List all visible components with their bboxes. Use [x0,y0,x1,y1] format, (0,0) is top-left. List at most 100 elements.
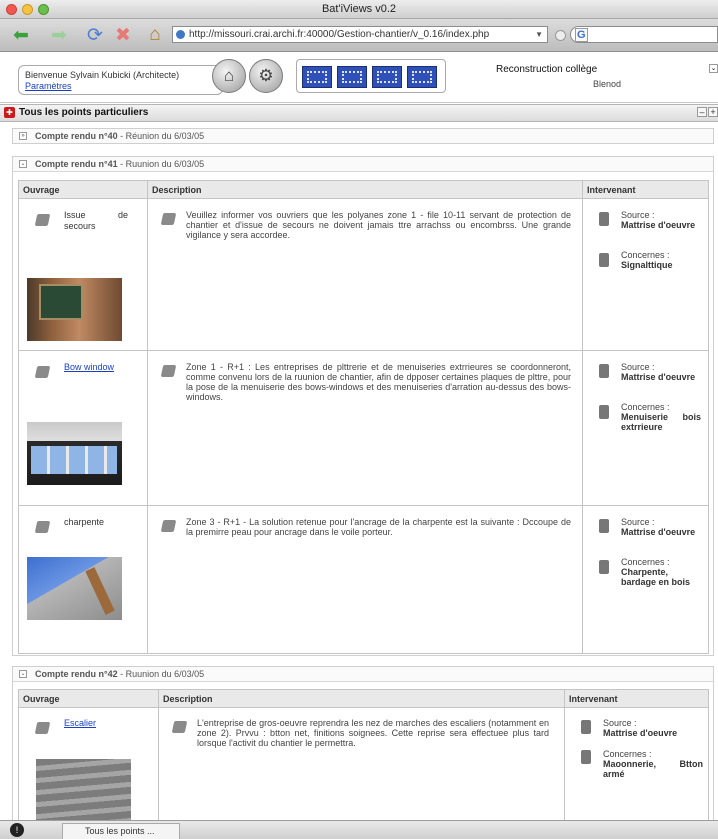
points-table: Ouvrage Description Intervenant Issue de… [18,180,709,654]
column-header-description: Description [158,689,565,708]
column-header-description: Description [147,180,583,199]
report-section: » Compte rendu n°40 - Réunion du 6/03/05 [12,128,714,144]
ouvrage-icon [34,722,51,734]
person-icon [599,212,609,226]
intervenant-cell: Source : Mattrise d'oeuvre Concernes : M… [564,707,709,838]
report-header[interactable]: ⌄ Compte rendu n°41 - Ruunion du 6/03/05 [13,157,713,172]
report-header[interactable]: ⌄ Compte rendu n°42 - Ruunion du 6/03/05 [13,667,713,682]
window-title: Bat'iViews v0.2 [321,3,397,15]
person-icon [599,560,609,574]
project-name: Reconstruction collège [496,64,598,75]
concernes-value: Charpente, bardage en bois [621,567,691,587]
column-header-ouvrage: Ouvrage [18,180,148,199]
description-cell: Zone 3 - R+1 - La solution retenue pour … [147,505,583,654]
view-mode-4-icon[interactable] [407,66,437,88]
settings-button[interactable]: ⚙ [249,59,283,93]
ouvrage-cell: Bow window [18,350,148,506]
column-header-ouvrage: Ouvrage [18,689,159,708]
ouvrage-photo[interactable] [27,557,122,620]
concernes-label: Concernes : [603,749,652,759]
intervenant-cell: Source : Mattrise d'oeuvre Concernes : S… [582,198,709,351]
person-icon [581,720,591,734]
status-tab[interactable]: Tous les points ... [62,823,180,839]
view-mode-2-icon[interactable] [337,66,367,88]
ouvrage-link[interactable]: Bow window [64,362,114,372]
chevron-down-icon[interactable]: ⌄ [709,64,718,73]
source-value: Mattrise d'oeuvre [603,728,678,738]
concernes-label: Concernes : [621,557,670,567]
source-value: Mattrise d'oeuvre [621,527,696,537]
person-icon [581,750,591,764]
person-icon [599,253,609,267]
ouvrage-photo[interactable] [27,278,122,341]
settings-link[interactable]: Paramètres [25,81,72,91]
description-text: Veuillez informer vos ouvriers que les p… [186,210,571,240]
ouvrage-name: Bow window [64,362,128,373]
globe-icon [176,30,185,39]
ouvrage-cell: Issue de secours [18,198,148,351]
ouvrage-icon [34,366,51,378]
search-engine-logo[interactable]: G [575,28,588,42]
view-mode-3-icon[interactable] [372,66,402,88]
points-table: Ouvrage Description Intervenant Escalier… [18,689,709,838]
reload-icon[interactable]: ⟳ [84,24,106,46]
report-header[interactable]: » Compte rendu n°40 - Réunion du 6/03/05 [13,129,713,143]
intervenant-cell: Source : Mattrise d'oeuvre Concernes : M… [582,350,709,506]
window-titlebar: Bat'iViews v0.2 [0,0,718,19]
concernes-value: Maoonnerie, Btton armé [603,759,703,779]
ouvrage-link[interactable]: Escalier [64,718,96,728]
source-value: Mattrise d'oeuvre [621,372,696,382]
source-value: Mattrise d'oeuvre [621,220,696,230]
status-bar: ! Tous les points ... [0,820,718,839]
forward-arrow-icon[interactable]: ➡ [48,24,70,46]
column-header-intervenant: Intervenant [564,689,709,708]
description-icon [160,520,177,532]
collapse-icon[interactable]: ⌄ [19,160,27,168]
concernes-value: Signalttique [621,260,673,270]
table-row: charpente Zone 3 - R+1 - La solution ret… [18,505,709,654]
source-label: Source : [621,210,655,220]
expand-icon[interactable]: » [19,132,27,140]
person-icon [599,519,609,533]
home-icon[interactable]: ⌂ [144,24,166,46]
go-icon[interactable] [555,30,566,41]
description-icon [171,721,188,733]
concernes-value: Menuiserie bois extrrieure [621,412,701,432]
table-header-row: Ouvrage Description Intervenant [18,180,709,199]
status-info-icon[interactable]: ! [10,823,24,837]
url-text: http://missouri.crai.archi.fr:40000/Gest… [189,29,490,40]
panel-maximize-button[interactable]: + [708,107,718,117]
back-arrow-icon[interactable]: ⬅ [10,24,32,46]
search-box[interactable]: G [570,26,718,43]
description-text: Zone 1 - R+1 : Les entreprises de plttre… [186,362,571,402]
table-row: Bow window Zone 1 - R+1 : Les entreprise… [18,350,709,506]
house-icon: ⌂ [223,66,235,85]
browser-toolbar: ⬅ ➡ ⟳ ✖ ⌂ http://missouri.crai.archi.fr:… [0,19,718,52]
stop-icon[interactable]: ✖ [112,24,134,46]
view-mode-switcher [296,59,446,93]
home-button[interactable]: ⌂ [212,59,246,93]
description-icon [160,213,177,225]
panel-minimize-button[interactable]: – [697,107,707,117]
description-cell: Veuillez informer vos ouvriers que les p… [147,198,583,351]
intervenant-cell: Source : Mattrise d'oeuvre Concernes : C… [582,505,709,654]
view-mode-1-icon[interactable] [302,66,332,88]
address-bar[interactable]: http://missouri.crai.archi.fr:40000/Gest… [172,26,548,43]
welcome-text: Bienvenue Sylvain Kubicki (Architecte) [25,70,180,80]
ouvrage-photo[interactable] [36,759,131,822]
table-row: Issue de secours Veuillez informer vos o… [18,198,709,351]
panel-logo-icon: ✚ [4,107,15,118]
url-history-dropdown-icon[interactable]: ▼ [535,27,543,42]
description-cell: L'entreprise de gros-oeuvre reprendra le… [158,707,565,838]
report-date: - Réunion du 6/03/05 [117,131,205,141]
gear-icon: ⚙ [258,66,274,85]
table-row: Escalier L'entreprise de gros-oeuvre rep… [18,707,709,838]
collapse-icon[interactable]: ⌄ [19,670,27,678]
project-select[interactable]: Reconstruction collège ⌄ [496,64,718,76]
ouvrage-icon [34,214,51,226]
report-date: - Ruunion du 6/03/05 [117,159,205,169]
concernes-label: Concernes : [621,402,670,412]
panel-header: ✚ Tous les points particuliers – + [0,104,718,122]
ouvrage-photo[interactable] [27,422,122,485]
report-date: - Ruunion du 6/03/05 [117,669,205,679]
